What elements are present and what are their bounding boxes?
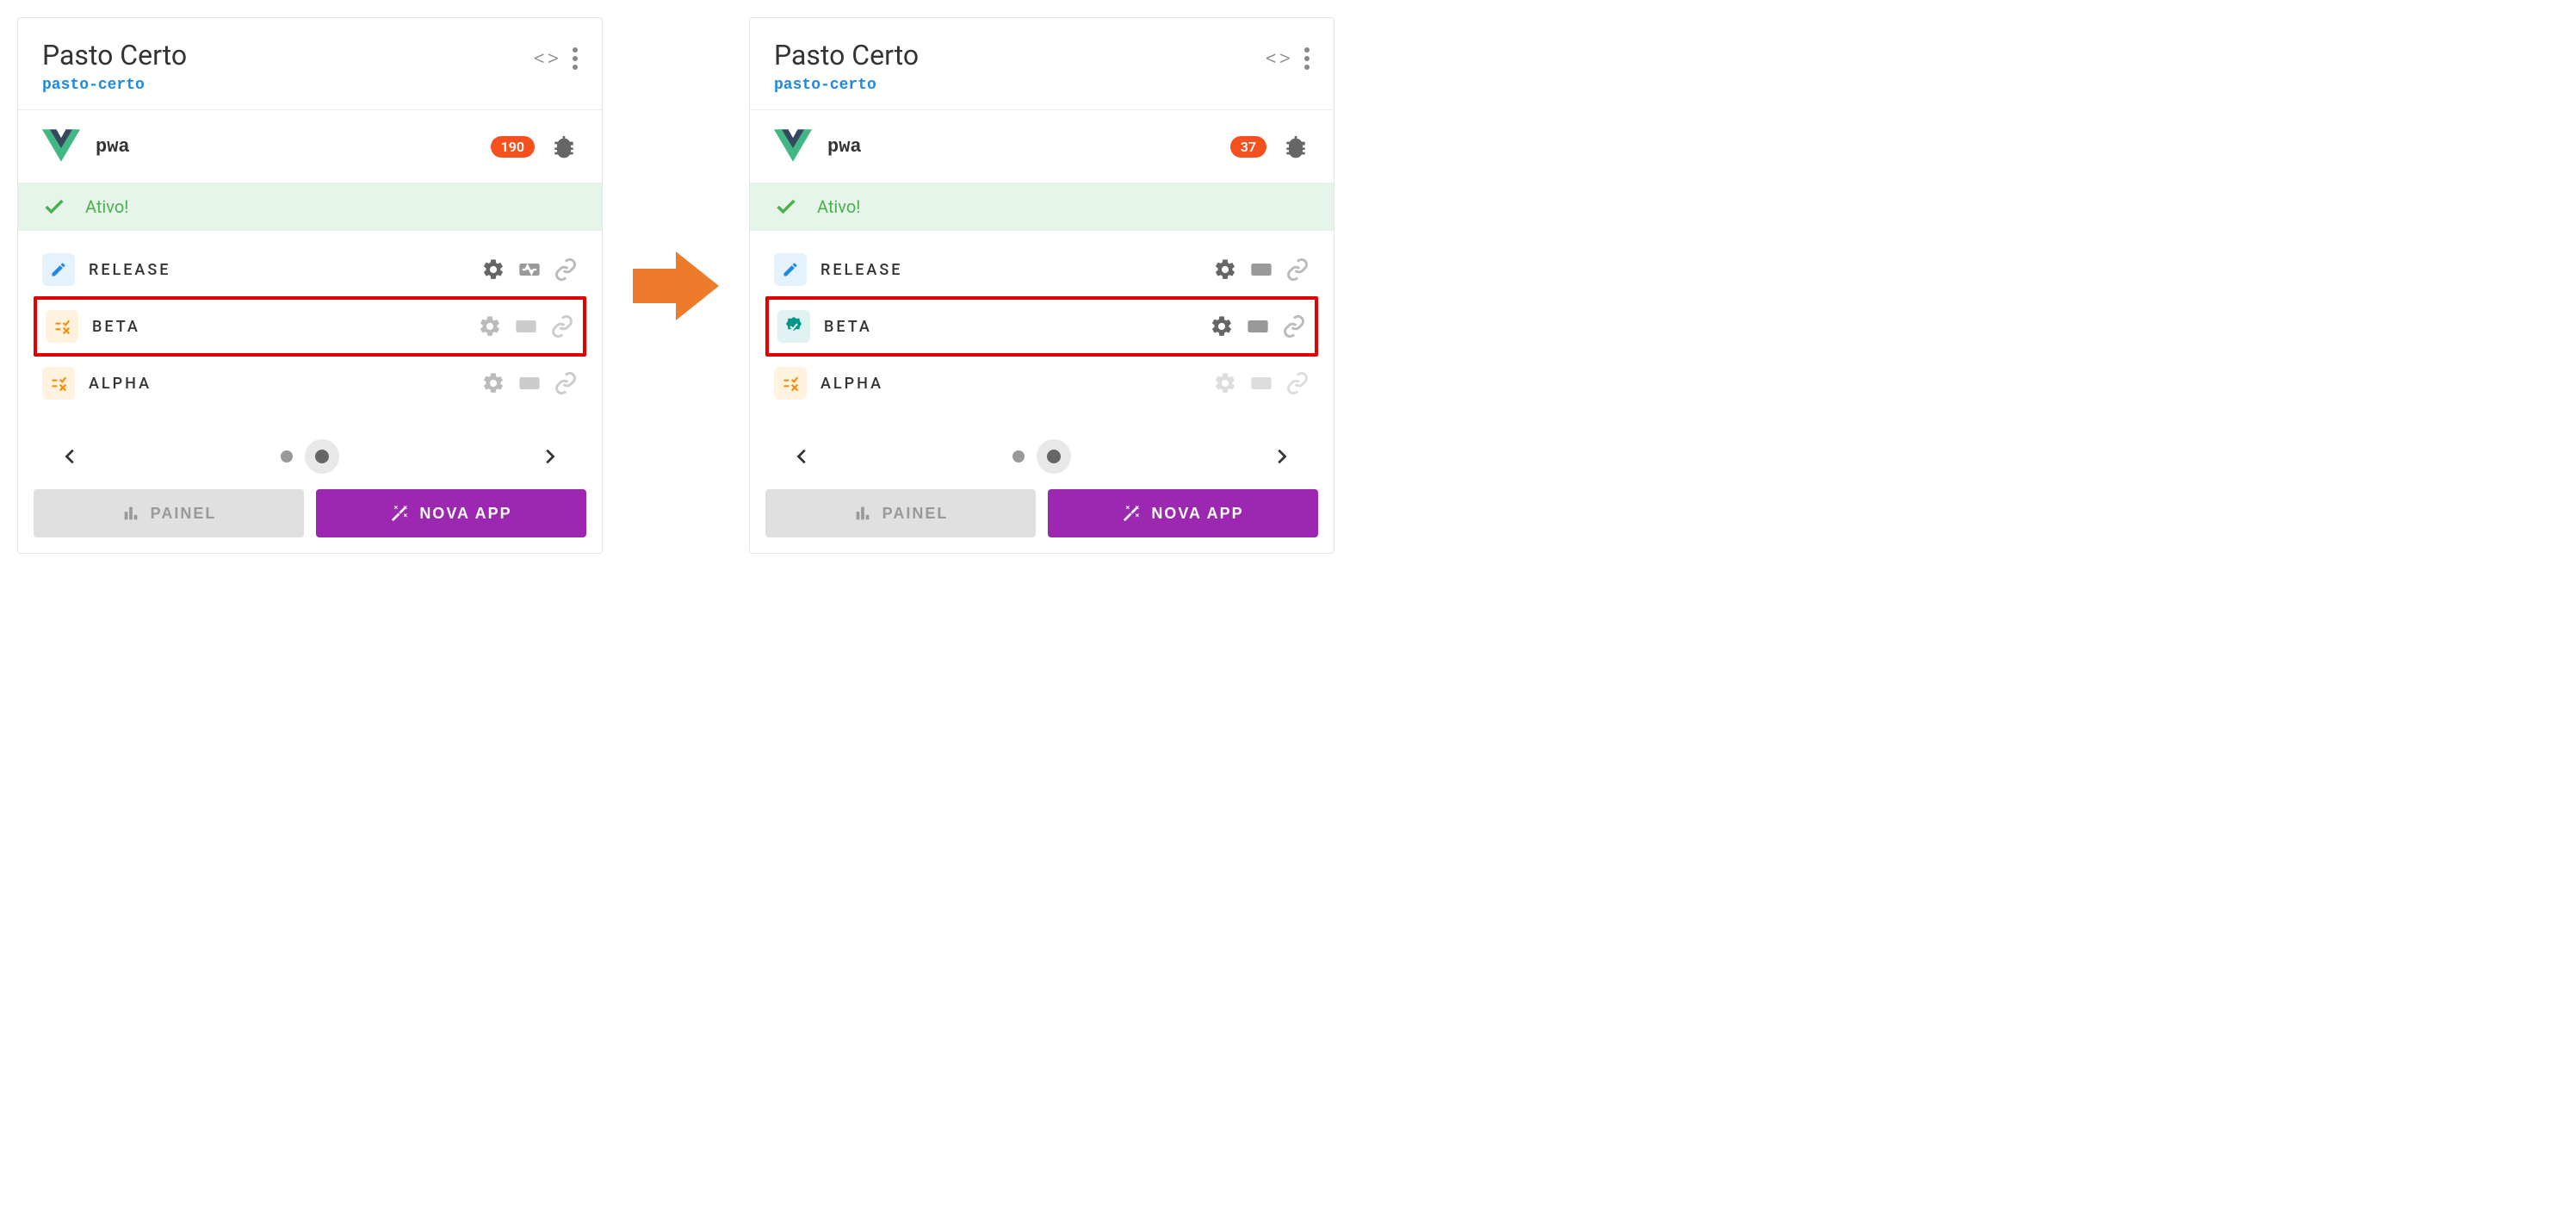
link-icon[interactable] — [1285, 258, 1310, 282]
nova-app-label: NOVA APP — [419, 505, 511, 523]
link-icon[interactable] — [554, 258, 578, 282]
project-card-after: Pasto Certo pasto-certo < > pwa 37 Ativo… — [749, 17, 1334, 554]
vue-logo-icon — [42, 129, 80, 164]
painel-label: PAINEL — [882, 505, 949, 523]
checklist-icon — [46, 310, 78, 343]
channels-list: RELEASE BETA ALPHA — [750, 231, 1334, 422]
activity-icon[interactable] — [517, 371, 542, 395]
channel-row-release[interactable]: RELEASE — [765, 243, 1318, 296]
link-icon[interactable] — [554, 371, 578, 395]
channel-name: RELEASE — [89, 261, 468, 279]
project-slug[interactable]: pasto-certo — [42, 77, 187, 94]
notification-badge[interactable]: 190 — [491, 136, 535, 158]
app-name: pwa — [827, 136, 1215, 158]
page-dots — [1012, 439, 1071, 474]
pager — [18, 422, 602, 489]
transition-arrow-icon — [629, 247, 723, 325]
pager — [750, 422, 1334, 489]
chevron-right-icon[interactable] — [1272, 447, 1291, 466]
status-text: Ativo! — [817, 196, 860, 217]
activity-icon[interactable] — [1246, 314, 1270, 338]
nova-app-button[interactable]: NOVA APP — [1048, 489, 1318, 537]
chevron-left-icon[interactable] — [61, 447, 80, 466]
status-text: Ativo! — [85, 196, 128, 217]
nova-app-label: NOVA APP — [1151, 505, 1243, 523]
painel-button[interactable]: PAINEL — [34, 489, 304, 537]
project-slug[interactable]: pasto-certo — [774, 77, 919, 94]
painel-label: PAINEL — [151, 505, 217, 523]
status-row: Ativo! — [18, 183, 602, 231]
page-dots — [281, 439, 339, 474]
link-icon[interactable] — [550, 314, 574, 338]
project-title: Pasto Certo — [42, 39, 187, 71]
gear-icon[interactable] — [478, 314, 502, 338]
pencil-icon — [774, 253, 807, 286]
channel-name: ALPHA — [820, 375, 1199, 393]
pencil-icon — [42, 253, 75, 286]
vue-logo-icon — [774, 129, 812, 164]
button-row: PAINEL NOVA APP — [18, 489, 602, 553]
magic-wand-icon — [390, 504, 409, 523]
channel-actions — [1210, 314, 1306, 338]
chart-icon — [121, 504, 140, 523]
painel-button[interactable]: PAINEL — [765, 489, 1036, 537]
kebab-menu-icon[interactable] — [573, 47, 578, 70]
gear-icon[interactable] — [481, 258, 505, 282]
channel-actions — [1213, 371, 1310, 395]
project-title: Pasto Certo — [774, 39, 919, 71]
code-icon[interactable]: < > — [534, 46, 557, 71]
page-dot[interactable] — [281, 450, 293, 463]
channel-actions — [478, 314, 574, 338]
page-dot[interactable] — [1012, 450, 1025, 463]
channel-name: BETA — [92, 318, 464, 336]
card-header: Pasto Certo pasto-certo < > — [18, 18, 602, 110]
card-header: Pasto Certo pasto-certo < > — [750, 18, 1334, 110]
app-name: pwa — [96, 136, 475, 158]
project-card-before: Pasto Certo pasto-certo < > pwa 190 Ativ… — [17, 17, 603, 554]
page-dot-active[interactable] — [305, 439, 339, 474]
channel-name: RELEASE — [820, 261, 1199, 279]
channel-actions — [1213, 258, 1310, 282]
magic-wand-icon — [1122, 504, 1141, 523]
button-row: PAINEL NOVA APP — [750, 489, 1334, 553]
check-icon — [774, 195, 798, 219]
chart-icon — [853, 504, 872, 523]
channel-actions — [481, 258, 578, 282]
checklist-icon — [774, 367, 807, 400]
page-dot-active[interactable] — [1037, 439, 1071, 474]
channels-list: RELEASE BETA ALPHA — [18, 231, 602, 422]
bug-icon[interactable] — [550, 133, 578, 160]
activity-icon[interactable] — [514, 314, 538, 338]
channel-row-beta[interactable]: BETA — [34, 296, 586, 357]
activity-icon[interactable] — [1249, 371, 1273, 395]
channel-name: BETA — [824, 318, 1196, 336]
check-icon — [42, 195, 66, 219]
channel-row-alpha[interactable]: ALPHA — [34, 357, 586, 410]
channel-row-beta[interactable]: BETA — [765, 296, 1318, 357]
activity-icon[interactable] — [517, 258, 542, 282]
nova-app-button[interactable]: NOVA APP — [316, 489, 586, 537]
app-row: pwa 37 — [750, 110, 1334, 183]
channel-actions — [481, 371, 578, 395]
kebab-menu-icon[interactable] — [1304, 47, 1310, 70]
gear-icon[interactable] — [1213, 371, 1237, 395]
chevron-right-icon[interactable] — [540, 447, 559, 466]
app-row: pwa 190 — [18, 110, 602, 183]
code-icon[interactable]: < > — [1266, 46, 1289, 71]
channel-row-alpha[interactable]: ALPHA — [765, 357, 1318, 410]
gear-icon[interactable] — [481, 371, 505, 395]
verified-icon — [777, 310, 810, 343]
status-row: Ativo! — [750, 183, 1334, 231]
notification-badge[interactable]: 37 — [1230, 136, 1266, 158]
gear-icon[interactable] — [1210, 314, 1234, 338]
link-icon[interactable] — [1285, 371, 1310, 395]
activity-icon[interactable] — [1249, 258, 1273, 282]
bug-icon[interactable] — [1282, 133, 1310, 160]
link-icon[interactable] — [1282, 314, 1306, 338]
checklist-icon — [42, 367, 75, 400]
channel-row-release[interactable]: RELEASE — [34, 243, 586, 296]
gear-icon[interactable] — [1213, 258, 1237, 282]
channel-name: ALPHA — [89, 375, 468, 393]
chevron-left-icon[interactable] — [793, 447, 812, 466]
